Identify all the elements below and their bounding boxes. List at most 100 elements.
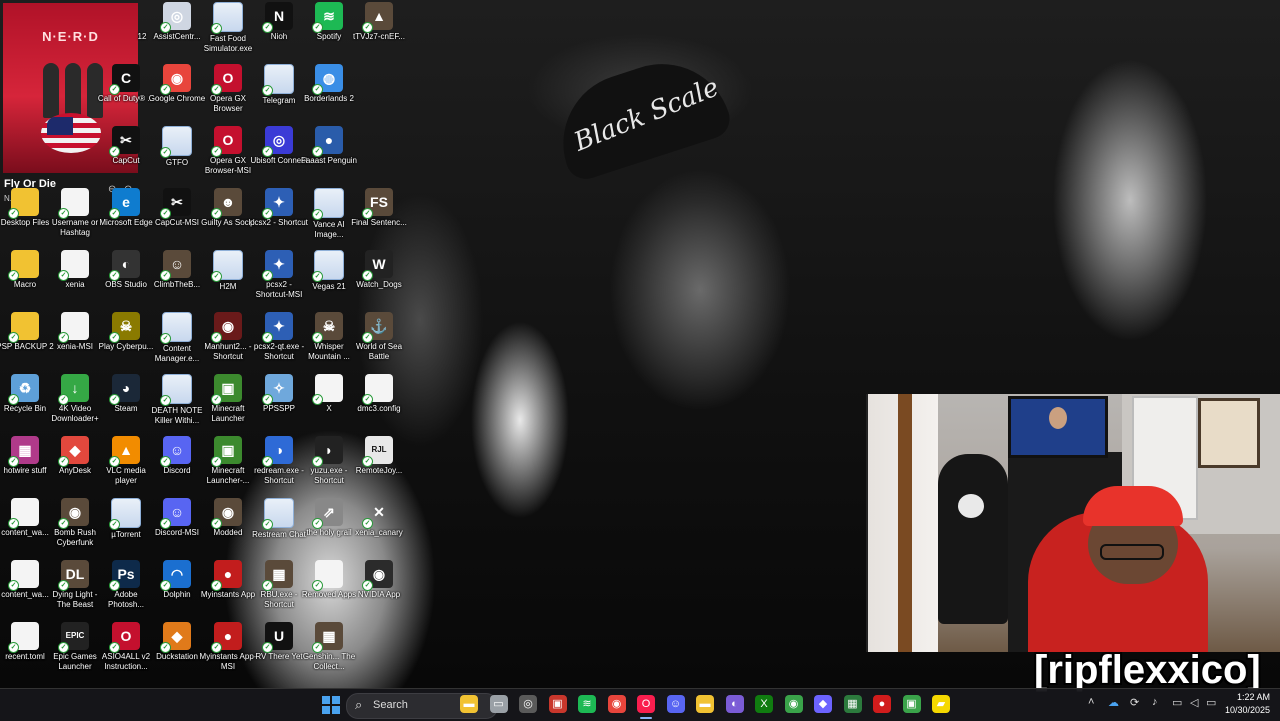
network-icon[interactable]: ▭ — [1172, 696, 1182, 709]
desktop-icon[interactable]: ▲ ✓ tTVJz7-cnEF... — [350, 0, 408, 58]
desktop-icon[interactable]: ↓ ✓ 4K Video Downloader+ — [46, 370, 104, 430]
taskbar-chrome-icon[interactable]: ◉ — [607, 695, 626, 713]
desktop-icon[interactable]: EPIC ✓ Epic Games Launcher — [46, 618, 104, 678]
desktop-icon[interactable]: ◠ ✓ Dolphin — [148, 556, 206, 616]
taskbar-discord-icon[interactable]: ☺ — [666, 695, 685, 713]
taskbar-opera-gx-icon[interactable]: O — [637, 695, 655, 713]
clock-time[interactable]: 1:22 AM — [1226, 692, 1270, 702]
anydesk-icon: ◆ ✓ — [58, 436, 89, 467]
taskbar-obs-icon[interactable]: ◐ — [725, 695, 744, 713]
minecraft-icon: ▣ ✓ — [211, 436, 242, 467]
window-file-icon: ✓ — [312, 250, 344, 282]
sync-check-icon: ✓ — [58, 394, 69, 405]
desktop-icon[interactable]: e ✓ Microsoft Edge — [97, 184, 155, 244]
taskbar-app-icon[interactable]: ▣ — [548, 695, 567, 713]
desktop-icon[interactable]: ◍ ✓ Borderlands 2 — [300, 60, 358, 120]
webcam-tv-face — [1049, 407, 1067, 429]
desktop-icon[interactable]: ● ✓ Myinstants App — [199, 556, 257, 616]
desktop-icon[interactable]: ▣ ✓ Minecraft Launcher — [199, 370, 257, 430]
desktop-icon[interactable]: ◐ ✓ OBS Studio — [97, 246, 155, 306]
desktop-icon[interactable]: ◆ ✓ Duckstation — [148, 618, 206, 678]
taskbar-folder-icon[interactable]: ▬ — [696, 695, 714, 713]
desktop-icon[interactable]: ⚓ ✓ World of Sea Battle — [350, 308, 408, 368]
desktop-icon-label: CapCut-MSI — [154, 218, 199, 227]
taskbar-task-view-icon[interactable]: ▭ — [489, 695, 508, 713]
taskbar-notes-icon[interactable]: ▰ — [932, 695, 950, 713]
desktop-icon[interactable]: W ✓ Watch_Dogs — [350, 246, 408, 306]
desktop-icon[interactable]: ◆ ✓ AnyDesk — [46, 432, 104, 492]
desktop-icon[interactable]: ✂ ✓ CapCut-MSI — [148, 184, 206, 244]
desktop-icon[interactable]: ✕ ✓ xenia_canary — [350, 494, 408, 554]
desktop-icon-label: Minecraft Launcher-... — [206, 466, 250, 485]
taskbar-record-icon[interactable]: ● — [873, 695, 891, 713]
desktop-icon-label: Play Cyberpu... — [98, 342, 154, 351]
desktop-icon[interactable]: ◉ ✓ Modded — [199, 494, 257, 554]
desktop-icon[interactable]: ● ✓ Faaast Penguin — [300, 122, 358, 182]
tray-chevron-icon[interactable]: ˄ — [1088, 696, 1094, 708]
start-button[interactable] — [322, 696, 340, 714]
desktop-icon[interactable]: O ✓ ASIO4ALL v2 Instruction... — [97, 618, 155, 678]
desktop-icon[interactable]: ✓ H2M — [199, 246, 257, 306]
taskbar-app2-icon[interactable]: ▣ — [902, 695, 921, 713]
taskbar-spotify-icon[interactable]: ≋ — [578, 695, 596, 713]
sync-check-icon: ✓ — [262, 642, 273, 653]
desktop-icon[interactable]: ◉ ✓ NVIDIA App — [350, 556, 408, 616]
battery-icon[interactable]: ▭ — [1206, 696, 1216, 709]
window-file-icon: ✓ — [160, 374, 192, 406]
steam-icon: ◕ ✓ — [109, 374, 140, 405]
desktop-icon[interactable]: ✓ GTFO — [148, 122, 206, 182]
desktop-icon[interactable]: FS ✓ Final Sentenc... — [350, 184, 408, 244]
desktop-icon-label: ASIO4ALL v2 Instruction... — [101, 652, 151, 671]
desktop-icon[interactable]: ✓ xenia — [46, 246, 104, 306]
taskbar-xbox-icon[interactable]: X — [755, 695, 773, 713]
desktop-icon[interactable]: ▦ ✓ Genshin... The Collect... — [300, 618, 358, 678]
sync-check-icon: ✓ — [109, 146, 120, 157]
desktop-icon[interactable]: ◕ ✓ Steam — [97, 370, 155, 430]
penguin-icon: ● ✓ — [312, 126, 343, 157]
volume-icon[interactable]: ◁ — [1190, 696, 1198, 709]
sync-check-icon: ✓ — [160, 84, 171, 95]
clock-date[interactable]: 10/30/2025 — [1220, 705, 1270, 715]
desktop-icon[interactable]: O ✓ Opera GX Browser — [199, 60, 257, 120]
taskbar-app-green-icon[interactable]: ◉ — [784, 695, 803, 713]
desktop-icon[interactable]: ✓ Username or Hashtag — [46, 184, 104, 244]
desktop-icon[interactable]: ✓ Content Manager.e... — [148, 308, 206, 368]
desktop-icon[interactable]: ☻ ✓ Guilty As Sock! — [199, 184, 257, 244]
active-app-indicator — [640, 717, 652, 719]
manhunt-icon: ◉ ✓ — [211, 312, 242, 343]
desktop-icon[interactable]: ✓ xenia-MSI — [46, 308, 104, 368]
onedrive-icon[interactable]: ☁ — [1108, 696, 1119, 709]
desktop-icon[interactable]: ◉ ✓ Google Chrome — [148, 60, 206, 120]
desktop-icon[interactable]: DL ✓ Dying Light - The Beast — [46, 556, 104, 616]
sync-check-icon: ✓ — [312, 642, 323, 653]
desktop-icon[interactable]: ◎ ✓ AssistCentr... — [148, 0, 206, 58]
taskbar-chatgpt-icon[interactable]: ◎ — [519, 695, 537, 713]
microphone-icon[interactable]: ♪ — [1152, 696, 1158, 708]
desktop-icon[interactable]: ▣ ✓ Minecraft Launcher-... — [199, 432, 257, 492]
desktop-icon[interactable]: ☠ ✓ Play Cyberpu... — [97, 308, 155, 368]
taskbar-controller-icon[interactable]: ◆ — [814, 695, 832, 713]
desktop-icon-label: Adobe Photosh... — [107, 590, 145, 609]
desktop-icon[interactable]: ☺ ✓ Discord — [148, 432, 206, 492]
desktop-icon[interactable]: RJL ✓ RemoteJoy... — [350, 432, 408, 492]
desktop-icon[interactable]: O ✓ Opera GX Browser-MSI — [199, 122, 257, 182]
desktop-icon[interactable]: ✂ ✓ CapCut — [97, 122, 155, 182]
desktop-icon[interactable]: ☺ ✓ ClimbTheB... — [148, 246, 206, 306]
desktop-icon[interactable]: ▲ ✓ VLC media player — [97, 432, 155, 492]
sync-check-icon: ✓ — [362, 332, 373, 343]
taskbar-game-icon[interactable]: ▦ — [843, 695, 862, 713]
sync-icon[interactable]: ⟳ — [1130, 696, 1139, 709]
desktop-icon[interactable]: ☺ ✓ Discord-MSI — [148, 494, 206, 554]
desktop-icon[interactable]: ✓ Fast Food Simulator.exe — [199, 0, 257, 58]
taskbar-file-explorer-icon[interactable]: ▬ — [460, 695, 478, 713]
desktop-icon[interactable]: ◉ ✓ Bomb Rush Cyberfunk — [46, 494, 104, 554]
desktop-icon[interactable]: ✓ DEATH NOTE Killer Withi... — [148, 370, 206, 430]
desktop-icon[interactable]: ● ✓ Myinstants App-MSI — [199, 618, 257, 678]
desktop-icon[interactable]: ◉ ✓ Manhunt2... - Shortcut — [199, 308, 257, 368]
desktop-icon[interactable]: Ps ✓ Adobe Photosh... — [97, 556, 155, 616]
desktop-icon[interactable]: ✓ µTorrent — [97, 494, 155, 554]
sync-check-icon: ✓ — [312, 271, 323, 282]
desktop-icon[interactable]: C ✓ Call of Duty® ... — [97, 60, 155, 120]
desktop-icon[interactable]: ✓ dmc3.config — [350, 370, 408, 430]
desktop-icon-label: Fast Food Simulator.exe — [203, 34, 253, 53]
